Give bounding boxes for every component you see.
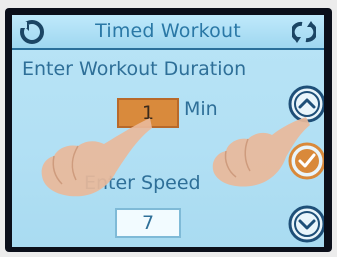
chevron-up-icon[interactable] (288, 85, 324, 123)
chevron-down-icon[interactable] (288, 205, 324, 243)
duration-unit-label: Min (184, 98, 218, 120)
duration-input[interactable]: 1 (117, 98, 179, 128)
refresh-icon[interactable] (292, 21, 316, 43)
page-title: Timed Workout (95, 20, 241, 42)
speed-label: Enter Speed (84, 172, 201, 194)
duration-label: Enter Workout Duration (22, 58, 247, 80)
checkmark-icon[interactable] (288, 142, 324, 180)
touch-screen: Timed Workout Enter Workout Duration 1 M… (12, 15, 324, 247)
back-circle-arrow-icon[interactable] (20, 20, 44, 44)
title-bar: Timed Workout (12, 15, 324, 50)
speed-input[interactable]: 7 (115, 208, 181, 238)
